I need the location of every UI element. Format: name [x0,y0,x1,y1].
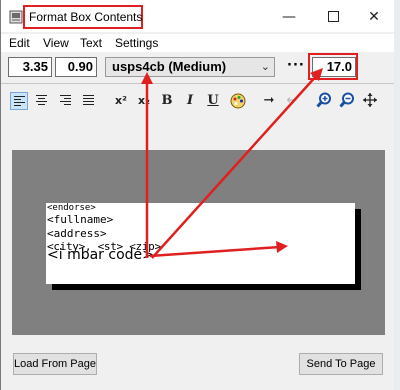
app-icon [9,10,23,24]
zoom-out-icon[interactable] [338,92,356,110]
subscript-icon[interactable]: x₂ [135,92,153,110]
underline-icon[interactable]: U [204,92,222,110]
align-right-icon[interactable] [57,92,75,110]
desktop-background-strip [393,0,400,390]
menu-text[interactable]: Text [80,36,102,50]
window-title: Format Box Contents [29,10,143,24]
align-center-icon[interactable] [33,92,51,110]
maximize-button[interactable] [323,8,343,26]
format-box-window: Format Box Contents — ✕ Edit View Text S… [0,0,394,390]
close-button[interactable]: ✕ [364,8,384,26]
minimize-icon: — [282,9,296,25]
bold-icon[interactable]: B [158,92,176,110]
preview-line-barcode: <i mbar code> [47,247,154,263]
chevron-down-icon: ⌄ [260,61,270,73]
y-position-field[interactable]: 0.90 [55,57,97,77]
align-left-icon[interactable] [10,92,28,110]
superscript-icon[interactable]: x² [112,92,130,110]
zoom-in-icon[interactable] [315,92,333,110]
preview-line-endorse: <endorse> [47,203,96,213]
load-from-page-button[interactable]: Load From Page [13,353,97,375]
italic-icon[interactable]: I [181,92,199,110]
menu-settings[interactable]: Settings [115,36,158,50]
send-to-page-button[interactable]: Send To Page [299,353,383,375]
x-position-field[interactable]: 3.35 [8,57,52,77]
move-icon[interactable] [361,92,379,110]
label-preview[interactable]: <endorse> <fullname> <address> <city>, <… [46,203,355,284]
justify-icon[interactable] [80,92,98,110]
maximize-icon [327,11,339,22]
menu-edit[interactable]: Edit [9,36,30,50]
arrow-right-icon[interactable]: ➞ [260,92,278,110]
minimize-button[interactable]: — [279,8,299,26]
size-highlight-box [308,53,358,80]
font-options-button[interactable]: ··· [287,58,305,73]
close-icon: ✕ [368,9,380,25]
color-palette-icon[interactable] [229,92,247,110]
font-select[interactable]: usps4cb (Medium) ⌄ [105,57,275,77]
preview-line-fullname: <fullname> [47,213,114,226]
preview-line-address: <address> [47,227,107,240]
menu-view[interactable]: View [43,36,69,50]
font-select-value: usps4cb (Medium) [112,59,227,74]
arrow-left-icon[interactable]: ← [283,92,301,110]
